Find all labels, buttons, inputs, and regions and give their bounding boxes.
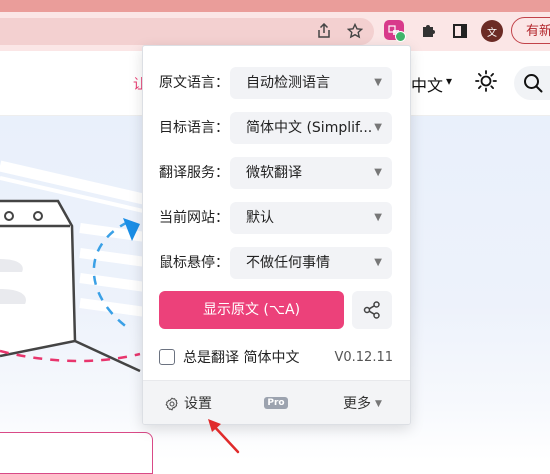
share-icon[interactable] bbox=[312, 19, 336, 43]
popup-footer: 设置 Pro 更多 ▼ bbox=[143, 380, 410, 424]
version-label: V0.12.11 bbox=[334, 350, 393, 365]
pro-badge[interactable]: Pro bbox=[264, 397, 288, 409]
current-site-select[interactable]: 默认 ▼ bbox=[230, 202, 392, 234]
search-icon bbox=[524, 74, 543, 93]
profile-avatar[interactable]: 文 bbox=[481, 20, 503, 42]
chevron-down-icon: ▾ bbox=[446, 74, 453, 88]
mouse-hover-row: 鼠标悬停： 不做任何事情 ▼ bbox=[159, 247, 392, 279]
mouse-hover-select[interactable]: 不做任何事情 ▼ bbox=[230, 247, 392, 279]
source-language-row: 原文语言： 自动检测语言 ▼ bbox=[159, 67, 392, 99]
more-menu-button[interactable]: 更多 ▼ bbox=[343, 395, 382, 413]
source-language-label: 原文语言： bbox=[159, 75, 229, 91]
current-site-value: 默认 bbox=[246, 210, 274, 226]
puzzle-extensions-icon[interactable] bbox=[416, 19, 440, 43]
site-language-selector[interactable]: 中文 bbox=[411, 72, 443, 96]
source-language-select[interactable]: 自动检测语言 ▼ bbox=[230, 67, 392, 99]
gear-icon bbox=[165, 397, 178, 411]
translation-service-label: 翻译服务： bbox=[159, 165, 229, 181]
translation-service-select[interactable]: 微软翻译 ▼ bbox=[230, 157, 392, 189]
translate-extension-icon[interactable] bbox=[384, 20, 406, 42]
sun-theme-icon[interactable] bbox=[474, 69, 498, 93]
target-language-value: 简体中文 (Simplif... bbox=[246, 120, 373, 136]
target-language-label: 目标语言： bbox=[159, 120, 229, 136]
sidepanel-icon[interactable] bbox=[448, 19, 472, 43]
share-icon bbox=[363, 301, 380, 319]
browser-tab-strip bbox=[0, 0, 550, 12]
chevron-down-icon: ▼ bbox=[374, 167, 382, 178]
translate-popup: 原文语言： 自动检测语言 ▼ 目标语言： 简体中文 (Simplif... ▼ … bbox=[142, 45, 411, 425]
annotation-arrow-icon bbox=[208, 419, 240, 454]
show-original-button[interactable]: 显示原文 (⌥A) bbox=[159, 291, 344, 329]
target-language-select[interactable]: 简体中文 (Simplif... ▼ bbox=[230, 112, 392, 144]
site-search-button[interactable] bbox=[514, 66, 550, 100]
site-card[interactable] bbox=[0, 432, 153, 474]
chevron-down-icon: ▼ bbox=[374, 212, 382, 223]
browser-update-button[interactable]: 有新 bbox=[511, 17, 550, 44]
chevron-down-icon: ▼ bbox=[375, 399, 382, 409]
bookmark-star-icon[interactable] bbox=[343, 19, 367, 43]
chevron-down-icon: ▼ bbox=[374, 77, 382, 88]
always-translate-checkbox[interactable] bbox=[159, 349, 175, 365]
target-language-row: 目标语言： 简体中文 (Simplif... ▼ bbox=[159, 112, 392, 144]
share-button[interactable] bbox=[352, 291, 392, 329]
chevron-down-icon: ▼ bbox=[374, 257, 382, 268]
translation-service-row: 翻译服务： 微软翻译 ▼ bbox=[159, 157, 392, 189]
more-label: 更多 bbox=[343, 396, 371, 412]
chevron-down-icon: ▼ bbox=[374, 122, 382, 133]
current-site-row: 当前网站： 默认 ▼ bbox=[159, 202, 392, 234]
translation-service-value: 微软翻译 bbox=[246, 165, 302, 181]
mouse-hover-label: 鼠标悬停： bbox=[159, 255, 229, 271]
source-language-value: 自动检测语言 bbox=[246, 75, 330, 91]
mouse-hover-value: 不做任何事情 bbox=[246, 255, 330, 271]
current-site-label: 当前网站： bbox=[159, 210, 229, 226]
always-translate-label[interactable]: 总是翻译 简体中文 bbox=[183, 348, 299, 368]
extension-active-badge bbox=[395, 31, 406, 42]
